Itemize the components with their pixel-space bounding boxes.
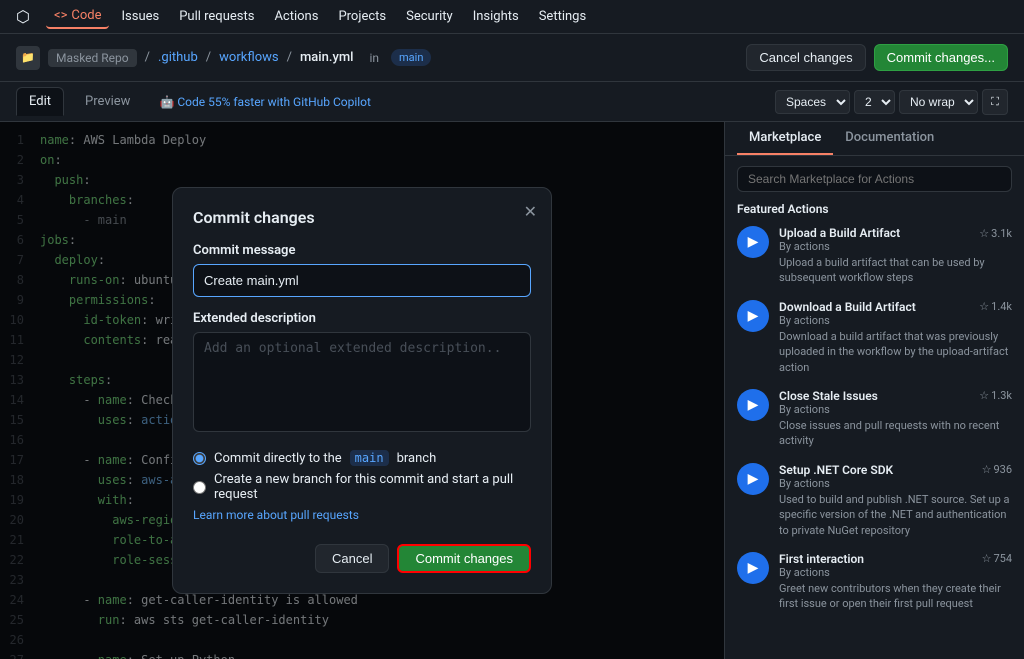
repo-name: Masked Repo [48, 49, 137, 67]
action-item-0: ▶ Upload a Build Artifact ☆ 3.1k By acti… [737, 226, 1012, 286]
repo-icon: 📁 [16, 46, 40, 70]
modal-title: Commit changes [193, 208, 531, 227]
right-panel: Marketplace Documentation Featured Actio… [724, 122, 1024, 659]
radio-group: Commit directly to the main branch Creat… [193, 450, 531, 502]
nav-item-projects[interactable]: Projects [330, 5, 394, 28]
action-item-1: ▶ Download a Build Artifact ☆ 1.4k By ac… [737, 300, 1012, 375]
radio-direct-label: Commit directly to the [214, 451, 342, 466]
modal-close-button[interactable]: ✕ [524, 202, 537, 222]
action-info-4: First interaction ☆ 754 By actions Greet… [779, 552, 1012, 612]
nav-item-insights[interactable]: Insights [465, 5, 527, 28]
sep-1: / [145, 50, 150, 65]
action-icon-1: ▶ [737, 300, 769, 332]
top-nav: ⬡ <> Code Issues Pull requests Actions P… [0, 0, 1024, 34]
action-desc-0: Upload a build artifact that can be used… [779, 255, 1012, 286]
breadcrumb-github[interactable]: .github [158, 50, 198, 65]
nav-item-issues[interactable]: Issues [113, 5, 167, 28]
action-stars-3: ☆ 936 [982, 463, 1012, 476]
nav-item-pullrequests[interactable]: Pull requests [171, 5, 262, 28]
action-stars-0: ☆ 3.1k [979, 227, 1012, 240]
tab-marketplace[interactable]: Marketplace [737, 122, 833, 155]
copilot-hint: 🤖 Code 55% faster with GitHub Copilot [159, 95, 371, 109]
action-by-1: By actions [779, 314, 1012, 327]
action-name-3[interactable]: Setup .NET Core SDK [779, 463, 893, 477]
code-editor[interactable]: 1name: AWS Lambda Deploy 2on: 3 push: 4 … [0, 122, 724, 659]
action-name-0[interactable]: Upload a Build Artifact [779, 226, 900, 240]
action-item-3: ▶ Setup .NET Core SDK ☆ 936 By actions U… [737, 463, 1012, 538]
tab-preview[interactable]: Preview [72, 87, 143, 116]
action-name-1[interactable]: Download a Build Artifact [779, 300, 916, 314]
commit-changes-header-button[interactable]: Commit changes... [874, 44, 1008, 71]
tab-edit[interactable]: Edit [16, 87, 64, 116]
wrap-select[interactable]: No wrap [899, 90, 978, 114]
nav-item-settings[interactable]: Settings [531, 5, 594, 28]
action-by-0: By actions [779, 240, 1012, 253]
breadcrumb-file: main.yml [300, 50, 354, 65]
tab-documentation[interactable]: Documentation [833, 122, 946, 155]
branch-code: main [350, 450, 389, 466]
pr-link[interactable]: Learn more about pull requests [193, 508, 359, 522]
sep-2: / [206, 50, 211, 65]
action-icon-0: ▶ [737, 226, 769, 258]
action-by-2: By actions [779, 403, 1012, 416]
action-stars-2: ☆ 1.3k [979, 389, 1012, 402]
cancel-changes-button[interactable]: Cancel changes [746, 44, 865, 71]
extended-desc-textarea[interactable] [193, 332, 531, 432]
action-info-2: Close Stale Issues ☆ 1.3k By actions Clo… [779, 389, 1012, 449]
modal-cancel-button[interactable]: Cancel [315, 544, 389, 573]
commit-message-label: Commit message [193, 243, 531, 258]
commit-modal: Commit changes ✕ Commit message Extended… [172, 187, 552, 594]
fullscreen-btn[interactable]: ⛶ [982, 89, 1008, 115]
action-info-3: Setup .NET Core SDK ☆ 936 By actions Use… [779, 463, 1012, 538]
action-desc-1: Download a build artifact that was previ… [779, 329, 1012, 375]
action-desc-2: Close issues and pull requests with no r… [779, 418, 1012, 449]
in-label: in [369, 51, 379, 65]
right-tabs: Marketplace Documentation [725, 122, 1024, 156]
action-icon-2: ▶ [737, 389, 769, 421]
modal-commit-button[interactable]: Commit changes [397, 544, 531, 573]
nav-item-code[interactable]: <> Code [46, 4, 110, 29]
radio-pr[interactable] [193, 481, 206, 494]
action-info-0: Upload a Build Artifact ☆ 3.1k By action… [779, 226, 1012, 286]
action-desc-4: Greet new contributors when they create … [779, 581, 1012, 612]
featured-section: Featured Actions ▶ Upload a Build Artifa… [725, 202, 1024, 626]
spaces-select[interactable]: Spaces [775, 90, 850, 114]
radio-pr-row: Create a new branch for this commit and … [193, 472, 531, 502]
action-icon-3: ▶ [737, 463, 769, 495]
radio-direct-suffix: branch [397, 451, 437, 466]
nav-item-actions[interactable]: Actions [266, 5, 326, 28]
radio-pr-label: Create a new branch for this commit and … [214, 472, 531, 502]
modal-overlay: Commit changes ✕ Commit message Extended… [0, 122, 724, 659]
sep-3: / [287, 50, 292, 65]
indent-select[interactable]: 2 [854, 90, 895, 114]
action-name-4[interactable]: First interaction [779, 552, 864, 566]
editor-toolbar: Edit Preview 🤖 Code 55% faster with GitH… [0, 82, 1024, 122]
action-stars-1: ☆ 1.4k [979, 300, 1012, 313]
action-desc-3: Used to build and publish .NET source. S… [779, 492, 1012, 538]
breadcrumb-workflows[interactable]: workflows [219, 50, 278, 65]
commit-message-input[interactable] [193, 264, 531, 297]
breadcrumb-bar: 📁 Masked Repo / .github / workflows / ma… [0, 34, 1024, 82]
action-info-1: Download a Build Artifact ☆ 1.4k By acti… [779, 300, 1012, 375]
branch-pill: main [391, 49, 431, 66]
modal-footer: Cancel Commit changes [193, 544, 531, 573]
search-box [725, 156, 1024, 202]
nav-item-security[interactable]: Security [398, 5, 461, 28]
action-item-4: ▶ First interaction ☆ 754 By actions Gre… [737, 552, 1012, 612]
action-item-2: ▶ Close Stale Issues ☆ 1.3k By actions C… [737, 389, 1012, 449]
action-by-4: By actions [779, 566, 1012, 579]
github-logo: ⬡ [16, 7, 30, 26]
action-stars-4: ☆ 754 [982, 552, 1012, 565]
featured-title: Featured Actions [737, 202, 1012, 216]
radio-direct[interactable] [193, 452, 206, 465]
radio-direct-row: Commit directly to the main branch [193, 450, 531, 466]
code-icon: <> [54, 8, 67, 23]
extended-desc-label: Extended description [193, 311, 531, 326]
action-icon-4: ▶ [737, 552, 769, 584]
action-name-2[interactable]: Close Stale Issues [779, 389, 878, 403]
main-content: 1name: AWS Lambda Deploy 2on: 3 push: 4 … [0, 122, 1024, 659]
action-by-3: By actions [779, 477, 1012, 490]
marketplace-search[interactable] [737, 166, 1012, 192]
